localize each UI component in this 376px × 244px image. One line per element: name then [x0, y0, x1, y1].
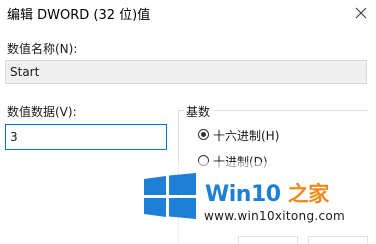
value-data-label: 数值数据(V): [7, 105, 77, 119]
value-data-text: 3 [10, 130, 18, 144]
watermark-url: www.win10xitong.com [204, 209, 346, 223]
close-button[interactable] [346, 0, 376, 26]
edit-dword-dialog: 编辑 DWORD (32 位)值 数值名称(N): Start 数值数据(V):… [0, 0, 376, 244]
value-name-text: Start [10, 65, 40, 79]
watermark-brand-suffix: 之家 [287, 182, 330, 206]
value-name-label: 数值名称(N): [7, 42, 78, 56]
windows-logo-icon [144, 173, 196, 219]
watermark-brand-main: Win10 [205, 182, 281, 207]
radio-hex-label: 十六进制(H) [213, 129, 280, 143]
value-name-field: Start [5, 60, 367, 84]
watermark-brand: Win10 之家 [205, 178, 329, 208]
value-data-input[interactable]: 3 [5, 124, 167, 150]
window-title: 编辑 DWORD (32 位)值 [7, 8, 151, 23]
radio-hex-button[interactable] [198, 129, 209, 140]
base-group-border [214, 110, 368, 111]
title-bar: 编辑 DWORD (32 位)值 [0, 0, 376, 26]
close-icon [355, 7, 367, 19]
base-group-label: 基数 [186, 105, 211, 119]
